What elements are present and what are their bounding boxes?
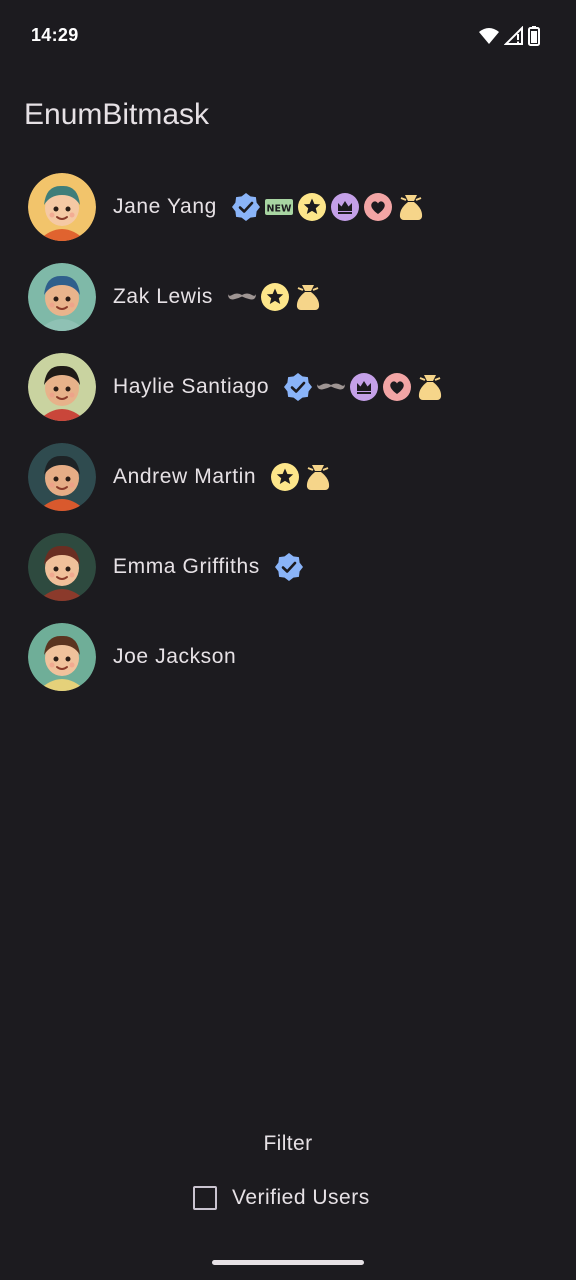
user-name: Jane Yang bbox=[113, 195, 217, 218]
app-title: EnumBitmask bbox=[24, 98, 210, 131]
boy-curly-hair-avatar bbox=[28, 353, 96, 421]
new-icon: NEW bbox=[264, 192, 294, 222]
user-badges bbox=[283, 372, 445, 402]
wifi-icon bbox=[478, 26, 500, 51]
girl-pigtails-avatar bbox=[28, 533, 96, 601]
user-row[interactable]: Jane Yang NEW bbox=[0, 162, 576, 252]
user-row[interactable]: Andrew Martin bbox=[0, 432, 576, 522]
user-badges bbox=[270, 462, 333, 492]
user-name: Haylie Santiago bbox=[113, 375, 270, 398]
user-row[interactable]: Zak Lewis bbox=[0, 252, 576, 342]
boy-brown-hair-avatar bbox=[28, 623, 96, 691]
money-bag-icon bbox=[415, 372, 445, 402]
verified-icon bbox=[283, 372, 313, 402]
user-name: Emma Griffiths bbox=[113, 555, 260, 578]
boy-spiky-hair-avatar bbox=[28, 443, 96, 511]
star-icon bbox=[297, 192, 327, 222]
boy-blue-hair-avatar bbox=[28, 263, 96, 331]
status-time: 14:29 bbox=[31, 25, 79, 45]
user-list: Jane Yang NEW Zak Lewis Haylie Santiago Andr… bbox=[0, 162, 576, 702]
verified-users-checkbox[interactable] bbox=[193, 1186, 217, 1210]
verified-icon bbox=[231, 192, 261, 222]
filter-section: Filter Verified Users bbox=[0, 1132, 576, 1210]
mustache-icon bbox=[316, 372, 346, 402]
heart-icon bbox=[363, 192, 393, 222]
user-row[interactable]: Joe Jackson bbox=[0, 612, 576, 702]
star-icon bbox=[260, 282, 290, 312]
verified-icon bbox=[274, 552, 304, 582]
cellular-signal-icon bbox=[503, 25, 524, 51]
svg-text:NEW: NEW bbox=[266, 204, 291, 215]
user-name: Joe Jackson bbox=[113, 645, 237, 668]
user-badges bbox=[227, 282, 323, 312]
user-row[interactable]: Emma Griffiths bbox=[0, 522, 576, 612]
status-icons bbox=[478, 25, 540, 51]
verified-users-label: Verified Users bbox=[232, 1186, 370, 1209]
user-name: Zak Lewis bbox=[113, 285, 213, 308]
battery-icon bbox=[528, 26, 540, 51]
crown-icon bbox=[349, 372, 379, 402]
gesture-nav-handle[interactable] bbox=[212, 1260, 364, 1265]
mustache-icon bbox=[227, 282, 257, 312]
user-badges: NEW bbox=[231, 192, 426, 222]
status-bar: 14:29 bbox=[0, 0, 576, 72]
girl-teal-hair-avatar bbox=[28, 173, 96, 241]
verified-users-filter[interactable]: Verified Users bbox=[193, 1186, 370, 1210]
user-badges bbox=[274, 552, 304, 582]
money-bag-icon bbox=[396, 192, 426, 222]
user-row[interactable]: Haylie Santiago bbox=[0, 342, 576, 432]
star-icon bbox=[270, 462, 300, 492]
money-bag-icon bbox=[293, 282, 323, 312]
heart-icon bbox=[382, 372, 412, 402]
filter-title: Filter bbox=[263, 1132, 313, 1155]
money-bag-icon bbox=[303, 462, 333, 492]
crown-icon bbox=[330, 192, 360, 222]
user-name: Andrew Martin bbox=[113, 465, 257, 488]
